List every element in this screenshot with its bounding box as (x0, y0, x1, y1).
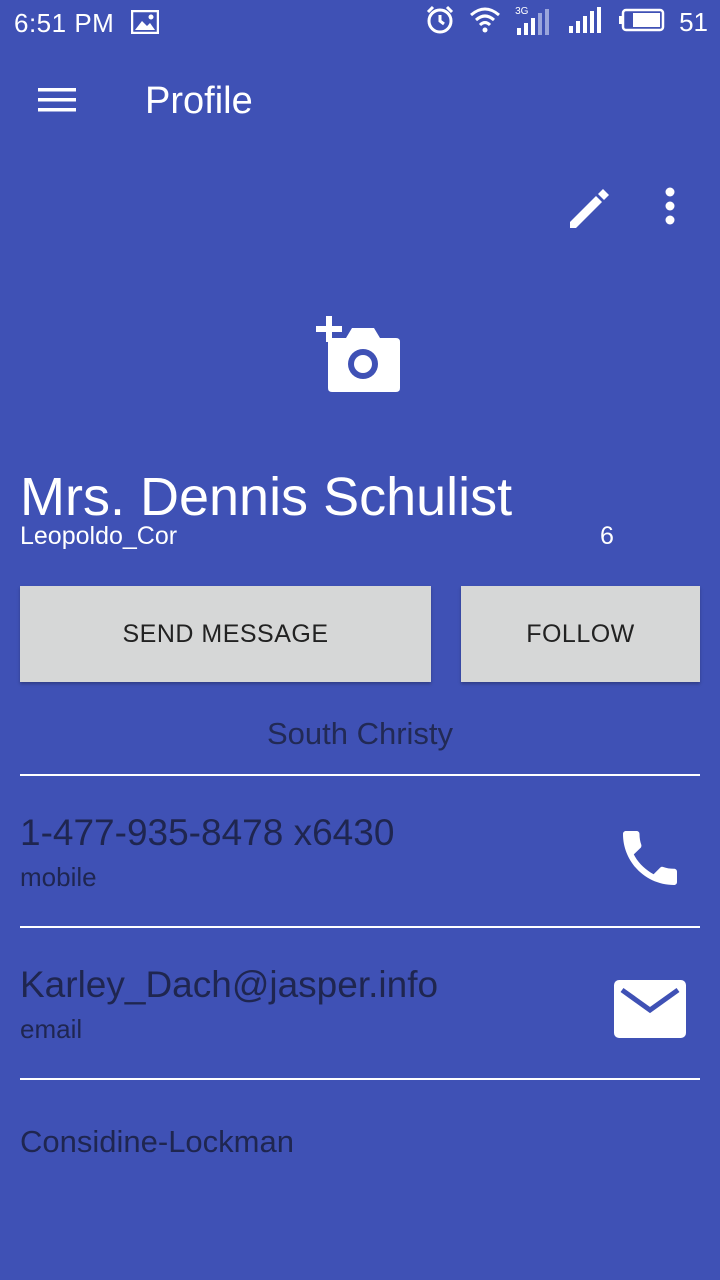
company-name: Considine-Lockman (20, 1124, 294, 1159)
signal-icon (567, 6, 605, 39)
location-text: South Christy (266, 716, 454, 751)
call-button[interactable] (612, 822, 688, 894)
signal-3g-icon: 3G (515, 6, 553, 36)
menu-icon (30, 88, 82, 124)
phone-number: 1-477-935-8478 x6430 (20, 812, 395, 853)
profile-name: Mrs. Dennis Schulist (20, 467, 513, 527)
follower-count: 6 (600, 522, 614, 550)
phone-icon (612, 831, 688, 898)
menu-button[interactable] (30, 80, 82, 120)
divider (20, 926, 700, 928)
status-time: 6:51 PM (14, 8, 115, 38)
divider (20, 774, 700, 776)
username: Leopoldo_Cor (20, 522, 178, 550)
battery-level: 51 (679, 6, 708, 37)
send-message-button[interactable]: SEND MESSAGE (20, 586, 431, 682)
follow-button[interactable]: FOLLOW (461, 586, 700, 682)
wifi-icon (469, 7, 501, 38)
page-title: Profile (145, 80, 253, 122)
divider (20, 1078, 700, 1080)
status-bar: 6:51 PM 3G 51 (0, 0, 720, 44)
battery-icon (619, 8, 665, 37)
more-options-button[interactable] (652, 182, 688, 234)
image-icon (130, 9, 160, 39)
email-icon (612, 980, 688, 1044)
alarm-icon (425, 5, 455, 40)
status-right: 3G 51 (425, 5, 708, 40)
email-button[interactable] (612, 978, 688, 1040)
edit-button[interactable] (564, 182, 616, 234)
more-vert-icon (652, 187, 688, 238)
email-address: Karley_Dach@jasper.info (20, 964, 439, 1005)
phone-type-label: mobile (20, 862, 97, 892)
email-type-label: email (20, 1014, 83, 1044)
edit-pencil-icon (564, 189, 616, 238)
add-photo-camera-icon (312, 316, 408, 404)
add-photo-button[interactable] (312, 312, 408, 400)
